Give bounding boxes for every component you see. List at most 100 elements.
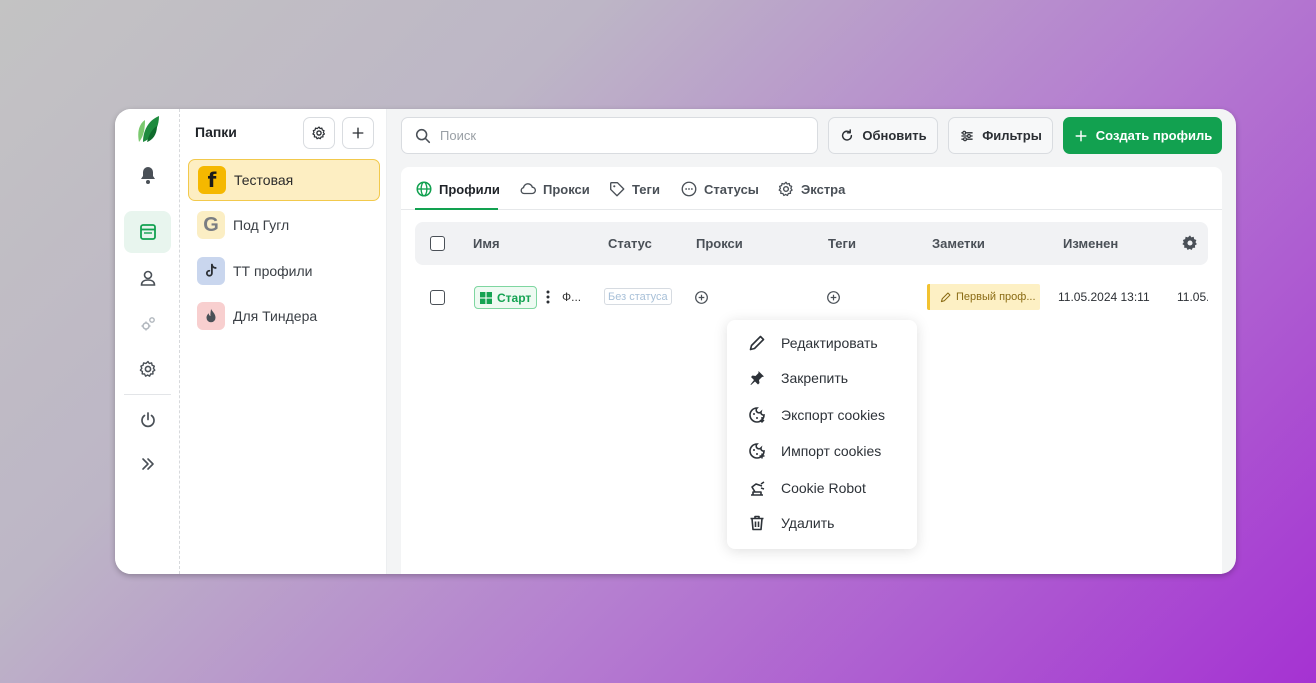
status-badge[interactable]: Без статуса [604, 288, 672, 305]
add-folder-button[interactable] [342, 117, 374, 149]
users-nav-button[interactable] [124, 257, 171, 299]
expand-rail-button[interactable] [124, 443, 171, 485]
column-header-name[interactable]: Имя [473, 236, 500, 251]
menu-item-label: Редактировать [781, 335, 878, 351]
column-settings-gear-icon[interactable] [1181, 234, 1199, 252]
tinder-icon [197, 302, 225, 330]
pencil-icon [749, 335, 765, 351]
pencil-icon [940, 292, 951, 302]
menu-item-pin[interactable]: Закрепить [747, 368, 848, 388]
gear-icon [312, 126, 326, 140]
plus-icon [352, 127, 364, 139]
menu-item-cookie-robot[interactable]: Cookie Robot [747, 478, 866, 498]
tab-label: Экстра [801, 181, 846, 197]
menu-item-label: Экспорт cookies [781, 407, 885, 423]
search-icon [415, 128, 431, 143]
folder-label: Тестовая [234, 172, 294, 188]
create-profile-button[interactable]: Создать профиль [1063, 117, 1222, 154]
folder-item-testovaya[interactable]: f Тестовая [188, 159, 380, 201]
sliders-icon [961, 130, 973, 141]
refresh-icon [842, 128, 853, 141]
tab-extra[interactable]: Экстра [777, 179, 845, 199]
gear-icon [778, 181, 793, 197]
cookie-export-icon [749, 407, 765, 423]
note-text: Первый проф... [956, 291, 1036, 303]
profiles-nav-button[interactable] [124, 211, 171, 253]
menu-item-label: Удалить [781, 515, 835, 531]
tab-label: Теги [632, 181, 660, 197]
app-logo-icon [138, 116, 159, 142]
main-area: Обновить Фильтры Создать профиль Профили… [387, 109, 1236, 574]
search-box[interactable] [401, 117, 818, 154]
filters-button[interactable]: Фильтры [948, 117, 1053, 154]
user-icon [140, 270, 155, 286]
folder-settings-button[interactable] [303, 117, 335, 149]
gear-icon [139, 360, 155, 377]
column-header-status[interactable]: Статус [608, 236, 652, 251]
add-proxy-plus-circle-icon[interactable] [694, 290, 709, 305]
tab-statuses[interactable]: Статусы [680, 179, 759, 199]
row-checkbox[interactable] [430, 290, 445, 305]
create-profile-label: Создать профиль [1095, 128, 1213, 143]
trash-icon [750, 515, 764, 531]
bell-icon [140, 167, 155, 184]
search-input[interactable] [440, 128, 780, 143]
folder-item-tt-profili[interactable]: ТТ профили [188, 250, 380, 292]
cookie-import-icon [749, 443, 765, 459]
menu-item-export-cookies[interactable]: Экспорт cookies [747, 405, 885, 425]
windows-icon [480, 291, 492, 304]
add-tag-plus-circle-icon[interactable] [826, 290, 841, 305]
app-window: Папки f Тестовая G Под Гугл ТТ профили Д… [115, 109, 1236, 574]
refresh-label: Обновить [862, 128, 927, 143]
left-rail [115, 109, 180, 574]
select-all-checkbox[interactable] [430, 236, 445, 251]
facebook-icon: f [198, 166, 226, 194]
note-chip[interactable]: Первый проф... [927, 284, 1040, 310]
tab-label: Статусы [704, 181, 759, 197]
rail-divider [124, 394, 171, 395]
gears-icon [141, 317, 155, 331]
tab-tags[interactable]: Теги [608, 179, 660, 199]
menu-item-delete[interactable]: Удалить [747, 513, 834, 533]
menu-item-import-cookies[interactable]: Импорт cookies [747, 441, 881, 461]
start-profile-button[interactable]: Старт [474, 286, 538, 309]
start-label: Старт [497, 290, 532, 305]
browser-window-icon [139, 224, 156, 240]
filters-label: Фильтры [982, 128, 1042, 143]
menu-item-edit[interactable]: Редактировать [747, 333, 878, 353]
active-tab-indicator [415, 208, 498, 210]
created-date: 11.05. [1177, 290, 1208, 304]
settings-nav-button[interactable] [124, 348, 171, 390]
tab-label: Прокси [543, 181, 590, 197]
power-button[interactable] [124, 399, 171, 441]
tab-profiles[interactable]: Профили [415, 179, 500, 199]
tab-proxy[interactable]: Прокси [519, 179, 590, 199]
folder-item-dlya-tindera[interactable]: Для Тиндера [188, 295, 380, 337]
double-chevron-right-icon [141, 458, 154, 470]
robot-icon [751, 481, 765, 496]
folder-item-pod-gugl[interactable]: G Под Гугл [188, 204, 380, 246]
column-header-notes[interactable]: Заметки [932, 236, 985, 251]
table-row[interactable]: Старт Ф... Без статуса Первый проф... 11… [415, 277, 1208, 319]
column-header-tags[interactable]: Теги [828, 236, 856, 251]
notifications-button[interactable] [124, 154, 171, 196]
refresh-button[interactable]: Обновить [828, 117, 938, 154]
menu-item-label: Cookie Robot [781, 480, 866, 496]
menu-item-label: Закрепить [781, 370, 849, 386]
automation-nav-button[interactable] [124, 303, 171, 345]
row-menu-button[interactable] [543, 289, 553, 305]
folders-panel: Папки f Тестовая G Под Гугл ТТ профили Д… [180, 109, 387, 574]
tiktok-icon [197, 257, 225, 285]
folder-label: Для Тиндера [233, 308, 318, 324]
folder-label: ТТ профили [233, 263, 313, 279]
kebab-menu-icon [546, 290, 550, 304]
profile-name: Ф... [562, 290, 582, 304]
power-icon [140, 412, 155, 428]
plus-icon [1075, 129, 1087, 142]
tag-icon [610, 182, 625, 197]
column-header-modified[interactable]: Изменен [1063, 236, 1118, 251]
column-header-proxy[interactable]: Прокси [696, 236, 743, 251]
folder-label: Под Гугл [233, 217, 290, 233]
pin-icon [750, 371, 764, 385]
tab-label: Профили [439, 181, 500, 197]
